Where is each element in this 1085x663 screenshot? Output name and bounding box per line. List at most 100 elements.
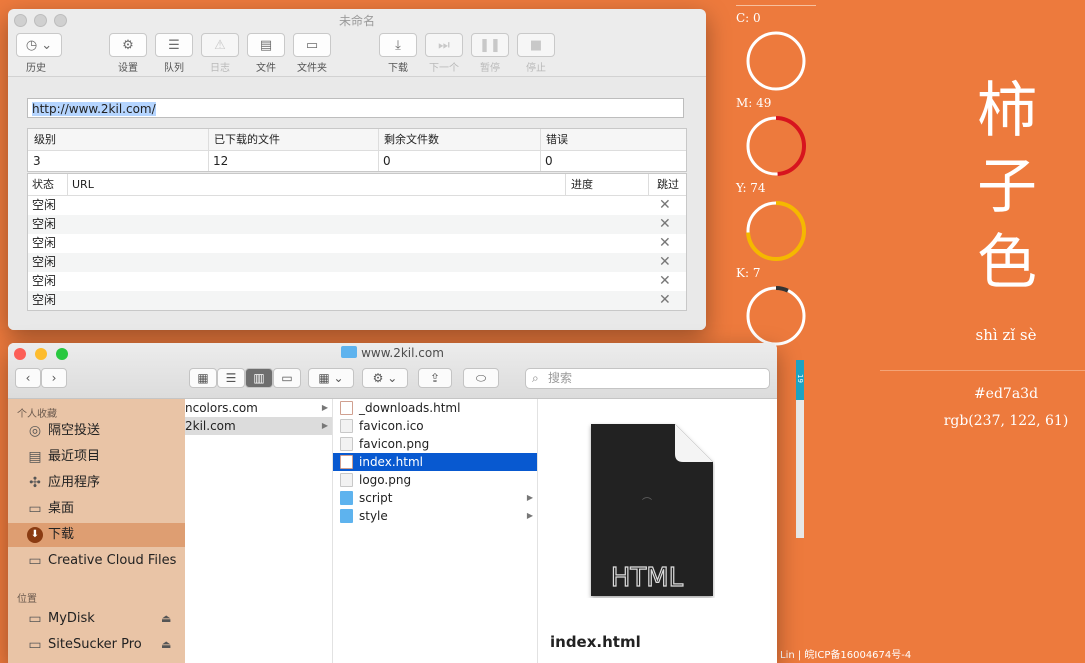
column-item[interactable]: ncolors.com ▶ (185, 399, 332, 417)
file-button[interactable]: ▤ 文件 (246, 33, 286, 74)
gear-icon: ⚙ ⌄ (372, 371, 398, 385)
gallery-view-button[interactable]: ▭ (273, 368, 301, 388)
queue-row[interactable]: 空闲 ✕ (28, 272, 686, 291)
search-placeholder: 搜索 (548, 371, 573, 385)
queue-row[interactable]: 空闲 ✕ (28, 234, 686, 253)
column-item-name: ncolors.com (185, 401, 258, 415)
ring-track (746, 31, 806, 91)
column-item[interactable]: _downloads.html (333, 399, 537, 417)
column-item[interactable]: 2kil.com ▶ (185, 417, 332, 435)
forward-button[interactable]: › (41, 368, 67, 388)
html-file-icon (340, 401, 353, 415)
gallery-icon: ▭ (281, 371, 293, 385)
pause-button[interactable]: ❚❚ 暂停 (470, 33, 510, 74)
next-button[interactable]: ⏭ 下一个 (424, 33, 464, 74)
eject-icon[interactable]: ⏏ (161, 607, 171, 631)
tag-button[interactable]: ⬭ (463, 368, 499, 388)
cmyk-k-label: K: 7 (736, 266, 761, 280)
folder-button[interactable]: ▭ 文件夹 (292, 33, 332, 74)
locations-heading: 位置 (17, 594, 37, 605)
sidebar-item[interactable]: ▭ Creative Cloud Files (8, 549, 185, 573)
disk-icon: ▭ (28, 611, 42, 627)
icon-view-button[interactable]: ▦ (189, 368, 217, 388)
action-button[interactable]: ⚙ ⌄ (362, 368, 408, 388)
column-item[interactable]: style ▶ (333, 507, 537, 525)
sidebar-item[interactable]: ▭ 桌面 (8, 497, 185, 521)
queue-row-status: 空闲 (32, 217, 57, 231)
sidebar-location[interactable]: ▭ MyDisk ⏏ (8, 607, 185, 631)
skip-x-icon[interactable]: ✕ (659, 272, 671, 291)
queue-row[interactable]: 空闲 ✕ (28, 253, 686, 272)
column-item[interactable]: logo.png (333, 471, 537, 489)
sidebar-item-label: 应用程序 (48, 475, 101, 490)
queue-row-status: 空闲 (32, 293, 57, 307)
sidebar-location[interactable]: ▭ SiteSucker Pro ⏏ (8, 633, 185, 657)
url-input[interactable]: http://www.2kil.com/ (27, 98, 684, 118)
color-name-char-2: 子 (977, 152, 1037, 222)
list-icon: ☰ (225, 371, 237, 385)
pause-icon: ❚❚ (471, 33, 509, 57)
download-icon: ⤓ (379, 33, 417, 57)
column-item-name: style (359, 509, 388, 523)
color-name-char-3: 色 (977, 228, 1037, 298)
column-item[interactable]: favicon.ico (333, 417, 537, 435)
stats-downloaded-value: 12 (213, 154, 229, 168)
column-item[interactable]: favicon.png (333, 435, 537, 453)
skip-x-icon[interactable]: ✕ (659, 253, 671, 272)
disclosure-arrow-icon: ▶ (321, 421, 328, 430)
queue-row[interactable]: 空闲 ✕ (28, 196, 686, 215)
finder-sidebar: 个人收藏 ◎ 隔空投送 ▤ 最近项目 ✣ 应用程序 ▭ 桌面 ⬇ 下载 ▭ Creative Clou… (8, 399, 185, 663)
color-hex[interactable]: #ed7a3d (946, 386, 1066, 402)
column-item[interactable]: index.html (333, 453, 537, 471)
folder-icon (341, 346, 358, 358)
search-field[interactable]: ⌕ 搜索 (525, 368, 770, 389)
window-title: 未命名 (338, 14, 375, 28)
download-button[interactable]: ⤓ 下载 (378, 33, 418, 74)
column-item[interactable]: script ▶ (333, 489, 537, 507)
queue-button[interactable]: ☰ 队列 (154, 33, 194, 74)
settings-button[interactable]: ⚙ 设置 (108, 33, 148, 74)
sidebar-item[interactable]: ⬇ 下载 (8, 523, 185, 547)
history-button[interactable]: ◷ ⌄ 历史 (16, 33, 62, 74)
share-icon: ⇪ (429, 371, 441, 385)
grid-icon: ▦ (197, 371, 209, 385)
column-view-button[interactable]: ▥ (245, 368, 273, 388)
finder-column-2: _downloads.html favicon.ico favicon.png ind… (333, 399, 538, 663)
folder-icon (340, 491, 353, 505)
sidebar-item[interactable]: ✣ 应用程序 (8, 471, 185, 495)
share-button[interactable]: ⇪ (418, 368, 452, 388)
sidebar-item-label: 桌面 (48, 501, 75, 516)
queue-row-status: 空闲 (32, 198, 57, 212)
back-button[interactable]: ‹ (15, 368, 41, 388)
list-view-button[interactable]: ☰ (217, 368, 245, 388)
column-item-name: 2kil.com (185, 419, 236, 433)
log-button[interactable]: ⚠ 日志 (200, 33, 240, 74)
color-name-char-1: 柿 (977, 76, 1037, 146)
stats-level-value: 3 (33, 154, 41, 168)
disk-icon: ▭ (28, 637, 42, 653)
sidebar-item[interactable]: ◎ 隔空投送 (8, 419, 185, 443)
sidebar-item-label: MyDisk (48, 611, 95, 626)
sidebar-item-label: 下载 (48, 527, 75, 542)
stats-table: 级别 已下载的文件 剩余文件数 错误 3 12 0 0 (27, 128, 687, 172)
stats-errors-value: 0 (545, 154, 553, 168)
skip-x-icon[interactable]: ✕ (659, 196, 671, 215)
list-icon: ☰ (155, 33, 193, 57)
color-rgb[interactable]: rgb(237, 122, 61) (940, 413, 1072, 429)
queue-row[interactable]: 空闲 ✕ (28, 215, 686, 234)
group-button[interactable]: ▦ ⌄ (308, 368, 354, 388)
skip-x-icon[interactable]: ✕ (659, 215, 671, 234)
queue-header-progress: 进度 (571, 178, 593, 191)
skip-x-icon[interactable]: ✕ (659, 234, 671, 253)
stop-button[interactable]: ■ 停止 (516, 33, 556, 74)
sidebar-item[interactable]: ▤ 最近项目 (8, 445, 185, 469)
rgb-vertical-bar: 19 (796, 360, 804, 538)
sidebar-item-label: SiteSucker Pro (48, 637, 142, 652)
eject-icon[interactable]: ⏏ (161, 633, 171, 657)
folder-icon: ▭ (28, 553, 42, 569)
ring-track (746, 286, 806, 346)
gear-icon: ⚙ (109, 33, 147, 57)
queue-row[interactable]: 空闲 ✕ (28, 291, 686, 310)
skip-x-icon[interactable]: ✕ (659, 291, 671, 310)
columns-icon: ▥ (253, 371, 265, 385)
